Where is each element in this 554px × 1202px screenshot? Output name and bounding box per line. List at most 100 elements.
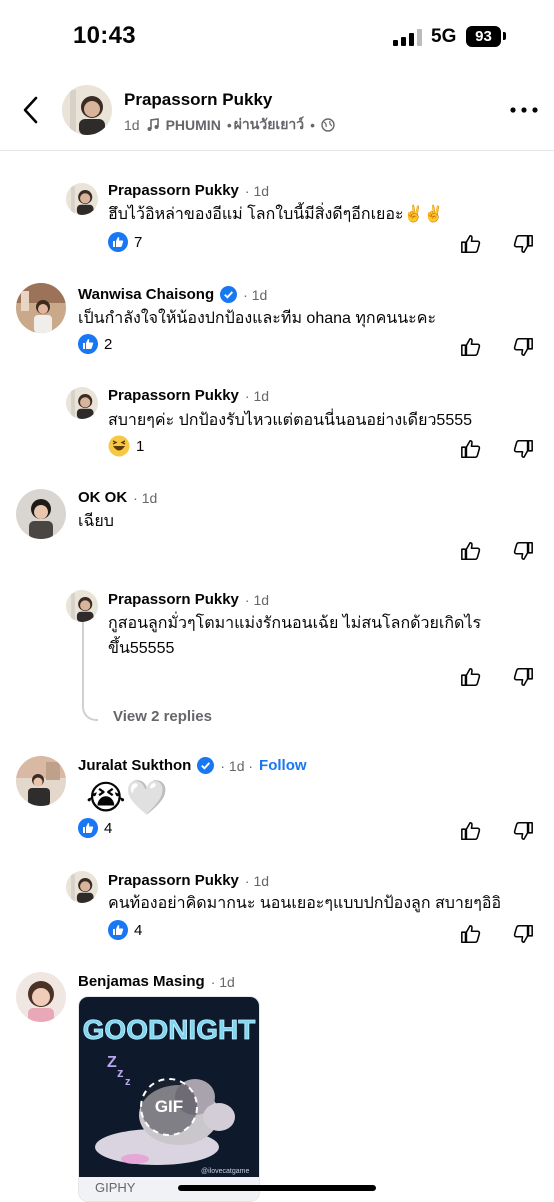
comment-author[interactable]: Prapassorn Pukky xyxy=(108,872,239,889)
comment-author-row: Benjamas Masing · 1d xyxy=(78,973,235,990)
comment-text: สบายๆค่ะ ปกป้องรับไหวแต่ตอนนี่นอนอย่างเด… xyxy=(108,412,473,429)
thumbs-up-icon[interactable] xyxy=(460,336,482,358)
avatar[interactable] xyxy=(16,489,66,539)
avatar[interactable] xyxy=(66,871,98,903)
reaction-count: 2 xyxy=(104,335,113,353)
thumbs-down-icon[interactable] xyxy=(512,336,534,358)
comment-emoji: 😭🤍 xyxy=(86,779,169,817)
comment-time: · 1d · xyxy=(220,757,254,774)
gif-badge[interactable]: GIF xyxy=(147,1095,191,1119)
back-arrow-icon[interactable] xyxy=(18,94,46,126)
comment-author[interactable]: Prapassorn Pukky xyxy=(108,387,239,404)
thumbs-down-icon[interactable] xyxy=(512,438,534,460)
comment-text: ฮึบไว้อิหล่าของอีแม่ โลกใบนี้มีสิ่งดีๆอี… xyxy=(108,206,444,223)
comment-author[interactable]: Wanwisa Chaisong xyxy=(78,286,214,303)
like-badge-icon xyxy=(78,334,98,354)
header-sep: • xyxy=(226,117,232,133)
svg-text:Z: Z xyxy=(107,1054,117,1071)
comment-author[interactable]: Prapassorn Pukky xyxy=(108,182,239,199)
comment-text-line2: ขึ้น55555 xyxy=(108,640,175,657)
comment-text: เป็นกำลังใจให้น้องปกป้องและทีม ohana ทุก… xyxy=(78,310,437,327)
reaction-summary[interactable]: 4 xyxy=(78,818,112,838)
thumbs-up-icon[interactable] xyxy=(460,233,482,255)
network-label: 5G xyxy=(431,26,457,47)
reaction-summary[interactable]: 4 xyxy=(108,920,142,940)
comment-time: · 1d xyxy=(244,387,270,404)
comment-time: · 1d xyxy=(244,591,270,608)
avatar[interactable] xyxy=(16,972,66,1022)
comment-time: · 1d xyxy=(210,973,235,990)
comment-text: เฉียบ xyxy=(78,513,114,530)
globe-icon xyxy=(321,118,335,132)
comment-author[interactable]: Juralat Sukthon xyxy=(78,757,191,774)
header-song[interactable]: ผ่านวัยเยาว์ xyxy=(234,114,304,136)
header-avatar[interactable] xyxy=(62,85,112,135)
thumbs-down-icon[interactable] xyxy=(512,923,534,945)
comment-time: · 1d xyxy=(244,182,270,199)
gif-credit: @ilovecatgame xyxy=(201,1168,249,1175)
comment-time: · 1d xyxy=(244,872,270,889)
header-divider xyxy=(0,150,554,151)
reaction-count: 4 xyxy=(134,921,143,939)
like-badge-icon xyxy=(78,818,98,838)
avatar[interactable] xyxy=(16,283,66,333)
reaction-count: 4 xyxy=(104,819,113,837)
reaction-summary[interactable]: 2 xyxy=(78,334,112,354)
thumbs-down-icon[interactable] xyxy=(512,666,534,688)
thumbs-down-icon[interactable] xyxy=(512,540,534,562)
header-meta: 1d PHUMIN • ผ่านวัยเยาว์ • xyxy=(124,114,335,136)
header-music[interactable]: PHUMIN xyxy=(166,117,221,133)
thumbs-down-icon[interactable] xyxy=(512,233,534,255)
comment-author-row: Juralat Sukthon · 1d · Follow xyxy=(78,757,307,774)
thumbs-up-icon[interactable] xyxy=(460,923,482,945)
comment-author-row: Prapassorn Pukky · 1d xyxy=(108,182,269,199)
svg-text:z: z xyxy=(117,1065,124,1080)
reaction-count: 7 xyxy=(134,233,143,251)
thumbs-up-icon[interactable] xyxy=(460,438,482,460)
comment-author[interactable]: Prapassorn Pukky xyxy=(108,591,239,608)
thumbs-up-icon[interactable] xyxy=(460,540,482,562)
reaction-summary[interactable]: 7 xyxy=(108,232,142,252)
comment-author-row: Prapassorn Pukky · 1d xyxy=(108,387,269,404)
avatar[interactable] xyxy=(66,183,98,215)
more-options-icon[interactable] xyxy=(508,100,540,120)
music-note-icon xyxy=(147,118,159,131)
header-age: 1d xyxy=(124,117,140,133)
follow-button[interactable]: Follow xyxy=(259,757,307,774)
comment-author-row: Prapassorn Pukky · 1d xyxy=(108,872,269,889)
thumbs-down-icon[interactable] xyxy=(512,820,534,842)
like-badge-icon xyxy=(108,920,128,940)
comment-text-line1: กูสอนลูกมั่วๆโตมาแม่งรักนอนเฉ้ย ไม่สนโลก… xyxy=(108,615,482,632)
header-name[interactable]: Prapassorn Pukky xyxy=(124,90,272,110)
battery-tip xyxy=(503,32,506,40)
avatar[interactable] xyxy=(16,756,66,806)
battery-icon: 93 xyxy=(466,26,501,47)
verified-badge-icon xyxy=(197,757,215,774)
header-dot: • xyxy=(310,117,316,133)
like-badge-icon xyxy=(108,232,128,252)
haha-emoji-icon xyxy=(108,435,130,457)
thumbs-up-icon[interactable] xyxy=(460,666,482,688)
comment-time: · 1d xyxy=(243,286,268,303)
comment-author-row: Wanwisa Chaisong · 1d xyxy=(78,286,267,303)
verified-badge-icon xyxy=(220,286,238,303)
home-indicator xyxy=(178,1185,376,1191)
thumbs-up-icon[interactable] xyxy=(460,820,482,842)
comment-author[interactable]: Benjamas Masing xyxy=(78,973,205,990)
avatar[interactable] xyxy=(66,590,98,622)
comment-time: · 1d xyxy=(133,489,158,506)
gif-title: GOODNIGHT xyxy=(83,1014,256,1045)
comment-author-row: Prapassorn Pukky · 1d xyxy=(108,591,269,608)
signal-icon xyxy=(393,29,423,46)
gif-image: GOODNIGHT Z z z @ilovecatgame GIF xyxy=(79,997,259,1177)
thread-line xyxy=(82,622,98,721)
avatar[interactable] xyxy=(66,387,98,419)
comment-author-row: OK OK · 1d xyxy=(78,489,157,506)
gif-attachment[interactable]: GOODNIGHT Z z z @ilovecatgame GIF GIPHY xyxy=(78,996,260,1202)
comment-text: คนท้องอย่าคิดมากนะ นอนเยอะๆแบบปกป้องลูก … xyxy=(108,895,502,912)
comment-author[interactable]: OK OK xyxy=(78,489,127,506)
status-time: 10:43 xyxy=(73,22,136,49)
reaction-summary[interactable]: 1 xyxy=(108,435,144,457)
reaction-count: 1 xyxy=(136,437,145,455)
view-replies-link[interactable]: View 2 replies xyxy=(113,708,212,725)
